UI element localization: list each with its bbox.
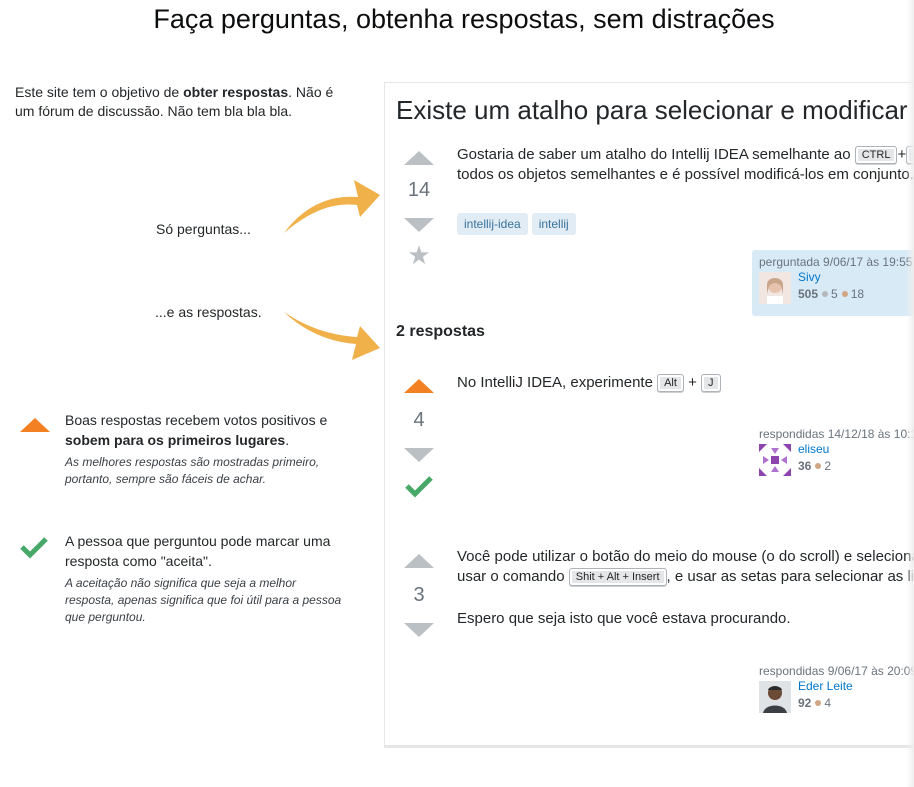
- upvote-orange-icon: [20, 418, 50, 432]
- question-body-line2: todos os objetos semelhantes e é possíve…: [457, 166, 914, 183]
- bronze-count: 4: [824, 696, 832, 710]
- user-reputation: 505 5 18: [798, 287, 864, 301]
- tag-intellij[interactable]: intellij: [531, 213, 576, 235]
- question-body: Gostaria de saber um atalho do Intellij …: [457, 145, 914, 185]
- answer1-body: No IntelliJ IDEA, experimente Alt + J: [457, 373, 721, 393]
- favorite-star-icon[interactable]: ★: [399, 240, 439, 270]
- rep-score: 505: [798, 287, 819, 301]
- answer2-line3: Espero que seja isto que você estava pro…: [457, 610, 791, 627]
- rep-score: 36: [798, 459, 812, 473]
- downvote-icon[interactable]: [404, 218, 434, 232]
- callout-answers: ...e as respostas.: [155, 304, 262, 320]
- user-avatar[interactable]: [759, 681, 791, 713]
- answer2-owner-signature: respondidas 9/06/17 às 20:09 Eder Leite …: [752, 659, 914, 725]
- bronze-badge-icon: [815, 700, 822, 707]
- tag-intellij-idea[interactable]: intellij-idea: [457, 213, 528, 235]
- intro-text: Este site tem o objetivo de obter respos…: [15, 83, 345, 121]
- answer2-line1: Você pode utilizar o botão do meio do mo…: [457, 548, 914, 565]
- question-votecell: 14 ★: [399, 151, 439, 270]
- feature-upvote-note: As melhores respostas são mostradas prim…: [65, 455, 320, 486]
- upvote-active-icon[interactable]: [404, 379, 434, 393]
- feature-upvote-bold: sobem para os primeiros lugares: [65, 432, 286, 448]
- answer2-line2-post: , e usar as setas para selecionar as li: [666, 568, 914, 585]
- upvote-icon[interactable]: [404, 151, 434, 165]
- feature-upvote: Boas respostas recebem votos positivos e…: [20, 410, 340, 500]
- bronze-count: 18: [850, 287, 865, 301]
- feature-accept-main: A pessoa que perguntou pode marcar uma r…: [65, 533, 331, 569]
- rep-score: 92: [798, 696, 812, 710]
- kbd-shit-alt-insert: Shit + Alt + Insert: [568, 568, 667, 586]
- right-edge-shadow: [906, 0, 914, 787]
- user-name[interactable]: eliseu: [798, 442, 829, 456]
- user-name[interactable]: Eder Leite: [798, 679, 853, 693]
- question-title[interactable]: Existe um atalho para selecionar e modif…: [396, 95, 908, 126]
- answer2-votecell: 3: [399, 554, 439, 637]
- feature-accept-text: A pessoa que perguntou pode marcar uma r…: [65, 531, 345, 626]
- silver-badge-icon: [822, 291, 829, 298]
- question-tags: intellij-idea intellij: [457, 213, 580, 235]
- silver-count: 5: [831, 287, 838, 301]
- downvote-icon[interactable]: [404, 623, 434, 637]
- feature-upvote-text: Boas respostas recebem votos positivos e…: [65, 410, 345, 488]
- feature-upvote-end: .: [285, 432, 290, 448]
- accepted-answer-check-icon[interactable]: [399, 474, 439, 498]
- intro-part1: Este site tem o objetivo de: [15, 84, 184, 100]
- arrow-to-question-icon: [284, 180, 380, 233]
- bronze-badge-icon: [815, 463, 822, 470]
- kbd-j: J: [701, 374, 721, 392]
- bronze-count: 2: [824, 459, 832, 473]
- answer1-votecell: 4: [399, 379, 439, 498]
- user-reputation: 36 2: [798, 459, 831, 473]
- answer1-text: No IntelliJ IDEA, experimente: [457, 374, 658, 391]
- answer2-vote-count: 3: [413, 584, 425, 606]
- answer2-line2-pre: usar o comando: [457, 568, 569, 585]
- answer1-owner-signature: respondidas 14/12/18 às 10:1 eliseu 36 2: [752, 422, 914, 488]
- feature-accept: A pessoa que perguntou pode marcar uma r…: [20, 531, 341, 631]
- feature-upvote-main: Boas respostas recebem votos positivos e: [65, 412, 328, 428]
- user-avatar[interactable]: [759, 444, 791, 476]
- answered-date: respondidas 9/06/17 às 20:09: [759, 664, 914, 678]
- kbd-alt: Alt: [657, 374, 684, 392]
- user-avatar[interactable]: [759, 272, 791, 304]
- user-reputation: 92 4: [798, 696, 831, 710]
- question-plus: +: [897, 146, 907, 163]
- bronze-badge-icon: [841, 291, 848, 298]
- user-name[interactable]: Sivy: [798, 270, 821, 284]
- question-vote-count: 14: [407, 179, 431, 201]
- downvote-icon[interactable]: [404, 448, 434, 462]
- answer1-vote-count: 4: [413, 409, 425, 431]
- asked-date: perguntada 9/06/17 às 19:55: [759, 255, 913, 269]
- page-headline: Faça perguntas, obtenha respostas, sem d…: [153, 4, 775, 34]
- accepted-check-icon: [20, 535, 48, 564]
- answered-date: respondidas 14/12/18 às 10:1: [759, 427, 914, 441]
- upvote-icon[interactable]: [404, 554, 434, 568]
- kbd-ctrl: CTRL: [854, 146, 898, 164]
- answer2-body: Você pode utilizar o botão do meio do mo…: [457, 547, 914, 629]
- answers-count-heading: 2 respostas: [396, 323, 485, 340]
- question-card: Existe um atalho para selecionar e modif…: [384, 82, 914, 748]
- arrow-to-answers-icon: [284, 312, 380, 360]
- intro-bold: obter respostas: [183, 84, 289, 100]
- feature-accept-note: A aceitação não significa que seja a mel…: [65, 576, 342, 624]
- question-owner-signature: perguntada 9/06/17 às 19:55 Sivy 505 5 18: [752, 250, 914, 316]
- question-body-line1: Gostaria de saber um atalho do Intellij …: [457, 146, 855, 163]
- callout-questions: Só perguntas...: [156, 221, 251, 237]
- answer1-plus: +: [688, 374, 697, 391]
